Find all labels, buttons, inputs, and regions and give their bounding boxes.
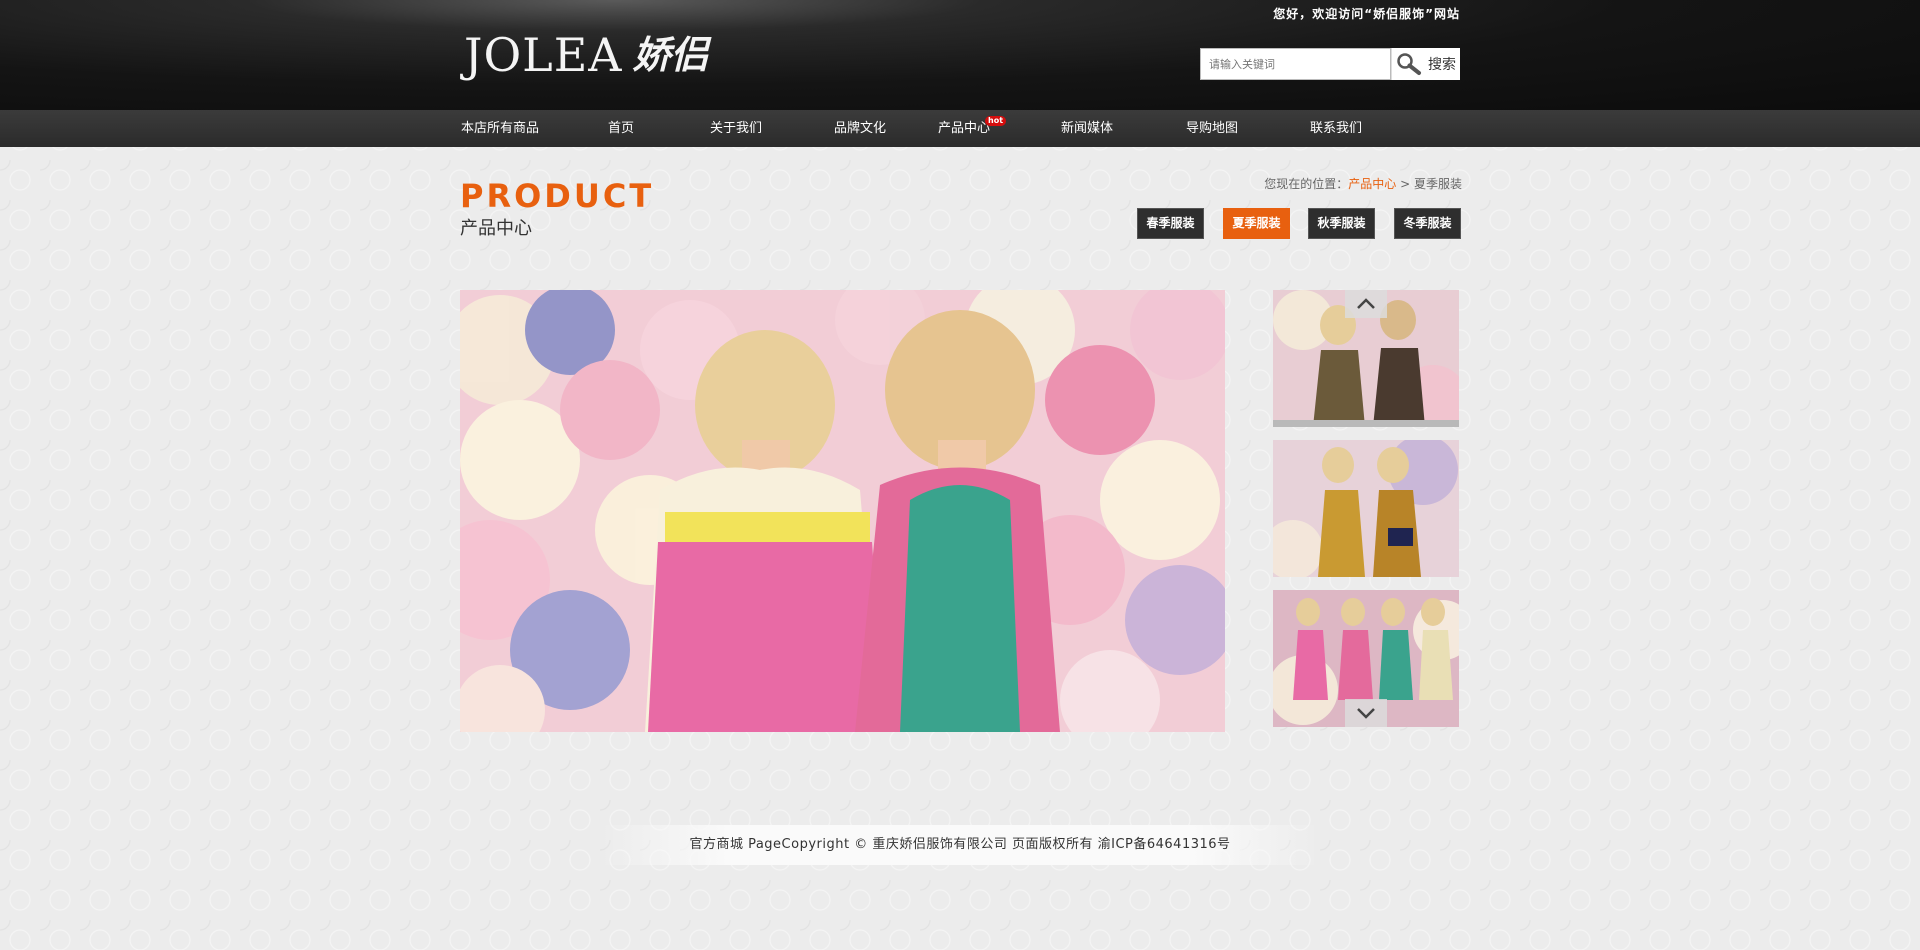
chevron-up-icon	[1357, 298, 1375, 309]
breadcrumb-separator: >	[1400, 177, 1411, 191]
nav-item-products[interactable]: 产品中心 hot	[938, 110, 1007, 147]
search-button[interactable]: 搜索	[1391, 48, 1460, 80]
nav-item-label: 关于我们	[710, 121, 763, 136]
search-box: 搜索	[1200, 48, 1460, 80]
nav-item-label: 品牌文化	[834, 121, 887, 136]
section-title-en: PRODUCT	[460, 177, 655, 215]
search-button-label: 搜索	[1428, 57, 1456, 73]
main-product-photo	[460, 290, 1225, 732]
thumbnail-scroll-down[interactable]	[1345, 699, 1387, 727]
logo-cn: 娇侣	[632, 32, 709, 77]
tab-autumn[interactable]: 秋季服装	[1308, 208, 1375, 239]
breadcrumb-current: 夏季服装	[1413, 177, 1462, 191]
tab-label: 夏季服装	[1232, 216, 1281, 230]
tab-winter[interactable]: 冬季服装	[1394, 208, 1461, 239]
welcome-text: 您好，欢迎访问“娇侣服饰”网站	[1273, 7, 1460, 21]
nav-item-contact[interactable]: 联系我们	[1310, 110, 1362, 147]
tab-label: 春季服装	[1146, 216, 1195, 230]
logo-en: JOLEA	[464, 28, 623, 82]
thumbnail-2[interactable]	[1273, 440, 1459, 577]
tab-label: 冬季服装	[1403, 216, 1452, 230]
section-title-cn: 产品中心	[460, 218, 532, 239]
breadcrumb-prefix: 您现在的位置：	[1264, 177, 1349, 191]
magnifier-icon	[1397, 53, 1421, 75]
nav-item-news[interactable]: 新闻媒体	[1061, 110, 1113, 147]
search-input[interactable]	[1200, 48, 1391, 80]
tab-summer[interactable]: 夏季服装	[1223, 208, 1290, 239]
nav-item-label: 本店所有商品	[461, 121, 540, 136]
nav-item-store-map[interactable]: 导购地图	[1186, 110, 1238, 147]
footer-copyright: 官方商城 PageCopyright © 重庆娇侣服饰有限公司 页面版权所有 渝…	[600, 825, 1320, 865]
nav-item-label: 联系我们	[1310, 121, 1363, 136]
nav-item-about[interactable]: 关于我们	[710, 110, 762, 147]
tab-spring[interactable]: 春季服装	[1137, 208, 1204, 239]
thumbnail-photo	[1273, 440, 1459, 577]
nav-item-home[interactable]: 首页	[608, 110, 634, 147]
hot-badge: hot	[985, 116, 1007, 126]
nav-item-all-products[interactable]: 本店所有商品	[461, 110, 539, 147]
nav-item-label: 产品中心	[938, 121, 991, 136]
nav-item-label: 首页	[608, 121, 635, 136]
site-header: 您好，欢迎访问“娇侣服饰”网站 JOLEA 娇侣 搜索	[0, 0, 1920, 110]
breadcrumb-link-products[interactable]: 产品中心	[1348, 177, 1396, 191]
tab-label: 秋季服装	[1317, 216, 1366, 230]
breadcrumb: 您现在的位置：产品中心 > 夏季服装	[1264, 175, 1462, 192]
nav-item-label: 导购地图	[1186, 121, 1239, 136]
thumbnail-scroll-up[interactable]	[1345, 290, 1387, 318]
nav-item-label: 新闻媒体	[1061, 121, 1114, 136]
main-nav: 本店所有商品 首页 关于我们 品牌文化 产品中心 hot 新闻媒体 导购地图 联…	[0, 110, 1920, 147]
chevron-down-icon	[1357, 708, 1375, 719]
site-logo[interactable]: JOLEA 娇侣	[464, 26, 709, 84]
nav-item-brand-culture[interactable]: 品牌文化	[834, 110, 886, 147]
main-product-image[interactable]	[460, 290, 1225, 732]
